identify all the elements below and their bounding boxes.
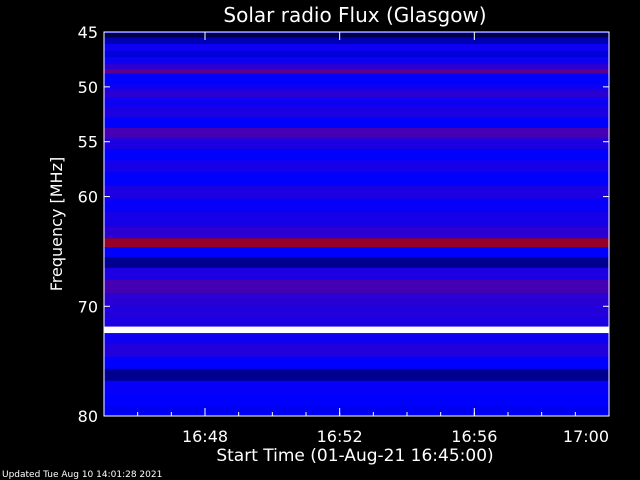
spectral-band xyxy=(104,57,609,64)
heatmap-area xyxy=(104,32,609,416)
spectral-band xyxy=(104,69,609,74)
x-tick-label: 16:48 xyxy=(182,427,228,446)
spectral-band xyxy=(104,149,609,161)
spectral-band xyxy=(104,318,609,327)
chart-title: Solar radio Flux (Glasgow) xyxy=(223,3,486,27)
spectral-band xyxy=(104,107,609,118)
spectral-band xyxy=(104,160,609,173)
update-footer: Updated Tue Aug 10 14:01:28 2021 xyxy=(2,470,162,480)
spectral-band xyxy=(104,406,609,414)
spectral-band xyxy=(104,37,609,45)
spectral-band xyxy=(104,90,609,98)
spectral-band xyxy=(104,128,609,139)
y-tick-label: 80 xyxy=(78,407,98,426)
spectral-band xyxy=(104,117,609,128)
spectral-band xyxy=(104,238,609,248)
x-tick-label: 16:56 xyxy=(451,427,497,446)
spectral-band xyxy=(104,333,609,344)
spectral-band xyxy=(104,343,609,357)
spectral-band xyxy=(104,293,609,307)
spectral-band xyxy=(104,368,609,381)
y-tick-label: 70 xyxy=(78,297,98,316)
spectral-band xyxy=(104,33,609,38)
y-tick-label: 50 xyxy=(78,78,98,97)
spectral-band xyxy=(104,256,609,268)
spectral-band xyxy=(104,198,609,212)
spectral-band xyxy=(104,83,609,91)
spectral-band xyxy=(104,44,609,51)
y-tick-label: 55 xyxy=(78,133,98,152)
spectral-band xyxy=(104,73,609,79)
spectral-band xyxy=(104,97,609,108)
spectral-band xyxy=(104,394,609,407)
spectral-band xyxy=(104,326,609,334)
x-tick-label: 17:00 xyxy=(563,427,609,446)
y-axis-label: Frequency [MHz] xyxy=(47,157,66,291)
y-tick-label: 45 xyxy=(78,23,98,42)
spectral-band xyxy=(104,78,609,84)
spectral-band xyxy=(104,138,609,150)
spectral-band xyxy=(104,380,609,395)
spectral-band xyxy=(104,172,609,186)
spectral-band xyxy=(104,63,609,70)
spectral-band xyxy=(104,247,609,257)
spectrogram-chart: Solar radio Flux (Glasgow) 455055607080 … xyxy=(2,3,610,480)
spectral-band xyxy=(104,267,609,280)
spectral-band xyxy=(104,356,609,369)
spectral-band xyxy=(104,226,609,239)
x-tick-label: 16:52 xyxy=(317,427,363,446)
spectral-band xyxy=(104,50,609,58)
y-tick-label: 60 xyxy=(78,188,98,207)
spectral-band xyxy=(104,185,609,199)
spectral-band xyxy=(104,306,609,319)
x-axis-label: Start Time (01-Aug-21 16:45:00) xyxy=(216,446,493,466)
spectral-band xyxy=(104,211,609,227)
spectral-band xyxy=(104,279,609,294)
